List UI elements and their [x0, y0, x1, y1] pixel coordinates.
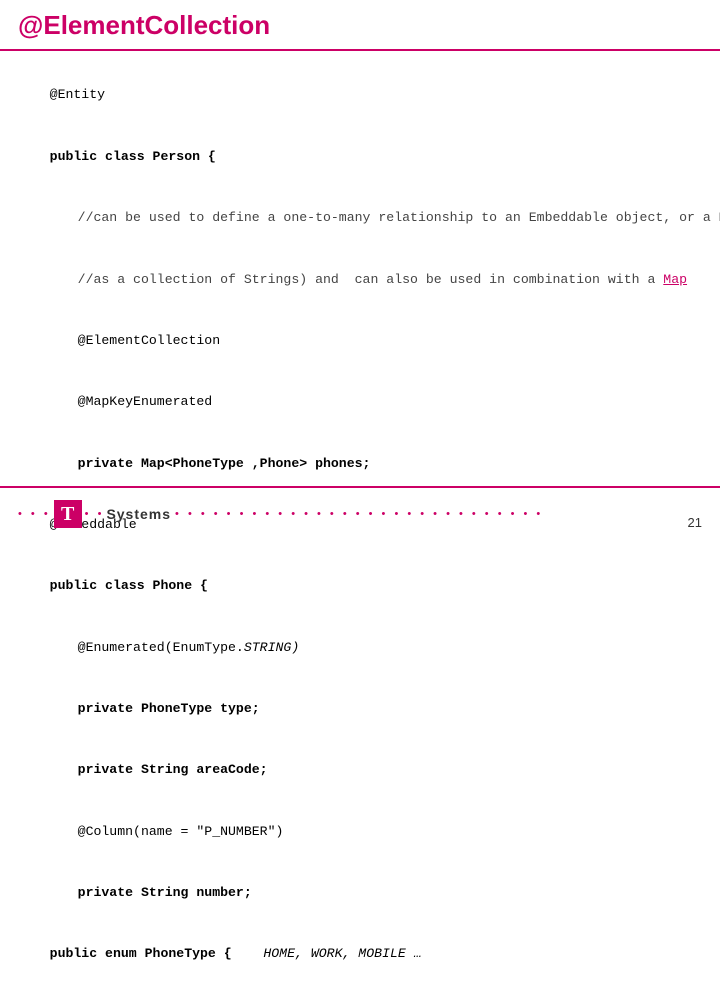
line-entity: @Entity: [18, 65, 702, 126]
dots-right: • • • • • • • • • • • • • • • • • • • • …: [175, 508, 543, 520]
line-type-field: private PhoneType type;: [18, 679, 702, 740]
t-brand-icon: T: [54, 500, 82, 528]
line-class-phone: public class Phone {: [18, 556, 702, 617]
logo: • • • T • • Systems • • • • • • • • • • …: [18, 500, 543, 528]
map-link[interactable]: Map: [663, 272, 687, 287]
line-number-field: private String number;: [18, 863, 702, 924]
line-element-collection: @ElementCollection: [18, 310, 702, 371]
line-enumerated: @Enumerated(EnumType.STRING): [18, 617, 702, 678]
line-enum-phonetype: public enum PhoneType { HOME, WORK, MOBI…: [18, 924, 702, 985]
line-comment-2: //as a collection of Strings) and can al…: [18, 249, 702, 310]
line-comment-1: //can be used to define a one-to-many re…: [18, 188, 702, 249]
systems-text: Systems: [106, 506, 171, 522]
line-map-key-enumerated: @MapKeyEnumerated: [18, 372, 702, 433]
page-number: 21: [688, 515, 702, 530]
footer: • • • T • • Systems • • • • • • • • • • …: [0, 488, 720, 540]
line-column: @Column(name = "P_NUMBER"): [18, 801, 702, 862]
dots-middle: • •: [85, 508, 105, 520]
slide-title: @ElementCollection: [18, 10, 270, 40]
line-class-person: public class Person {: [18, 126, 702, 187]
title-bar: @ElementCollection: [0, 0, 720, 51]
dots-left: • • •: [18, 508, 51, 520]
line-areacode-field: private String areaCode;: [18, 740, 702, 801]
